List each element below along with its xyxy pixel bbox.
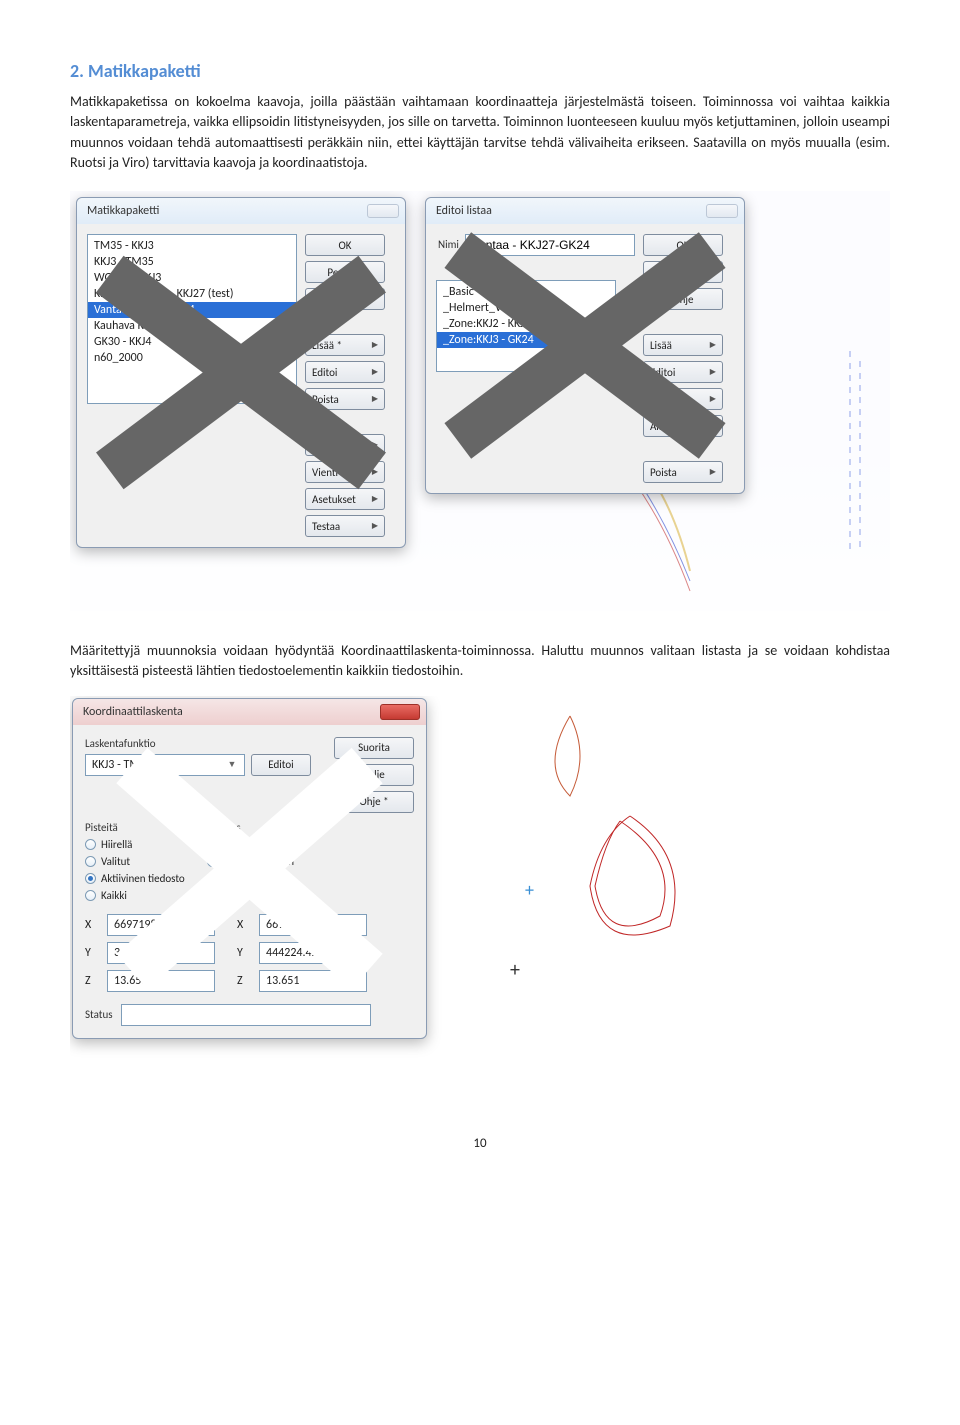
close-icon[interactable]: [380, 704, 420, 720]
dialog1-titlebar: Matikkapaketti: [77, 198, 405, 224]
figure-1: Matikkapaketti TM35 - KKJ3 KKJ3 - TM35 W…: [70, 191, 890, 611]
svg-text:+: +: [525, 879, 534, 901]
paragraph-1: Matikkapaketissa on kokoelma kaavoja, jo…: [70, 92, 890, 173]
svg-text:+: +: [510, 958, 520, 982]
close-icon[interactable]: [706, 204, 738, 218]
dialog2-titlebar: Editoi listaa: [426, 198, 744, 224]
page-number: 10: [70, 1136, 890, 1151]
dialog3-titlebar: Koordinaattilaskenta: [73, 699, 426, 725]
dialog-matikkapaketti: Matikkapaketti TM35 - KKJ3 KKJ3 - TM35 W…: [76, 197, 406, 548]
section-number: 2.: [70, 60, 84, 82]
paragraph-2: Määritettyjä muunnoksia voidaan hyödyntä…: [70, 641, 890, 682]
section-heading: 2. Matikkapaketti: [70, 60, 890, 82]
close-icon[interactable]: [367, 204, 399, 218]
figure-2: + + Koordinaattilaskenta Laskentafunktio…: [70, 696, 890, 1076]
dialog-koordinaattilaskenta: Koordinaattilaskenta Laskentafunktio KKJ…: [72, 698, 427, 1039]
section-title: Matikkapaketti: [88, 60, 201, 82]
dialog-editoi-listaa: Editoi listaa Nimi _Basic _Helmert_Vanta…: [425, 197, 745, 494]
